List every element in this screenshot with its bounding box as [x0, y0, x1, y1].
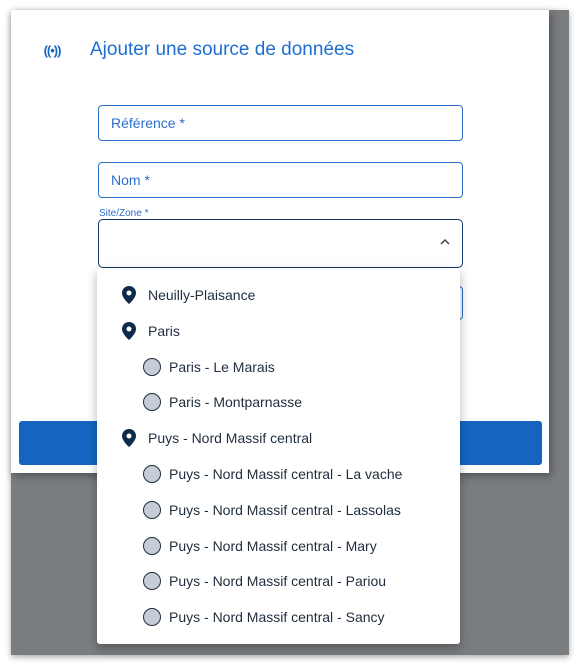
zone-circle-icon — [143, 608, 161, 627]
zone-option[interactable]: Paris - Le Marais — [97, 349, 460, 385]
zone-circle-icon — [143, 465, 161, 483]
zone-option[interactable]: Puys - Nord Massif central - Pariou — [97, 563, 460, 599]
zone-circle-icon — [143, 357, 161, 376]
option-label: Puys - Nord Massif central - Pariou — [169, 573, 387, 590]
zone-option[interactable]: Puys - Nord Massif central - La vache — [97, 456, 460, 492]
zone-circle-icon — [143, 393, 161, 412]
option-label: Paris — [148, 322, 180, 339]
reference-label: Référence * — [111, 115, 185, 131]
option-label: Puys - Nord Massif central - Sancy — [169, 609, 385, 626]
zone-option[interactable]: Puys - Nord Massif central - Lassolas — [97, 492, 460, 528]
broadcast-icon: ((•)) — [43, 42, 62, 58]
map-pin-icon — [122, 286, 136, 304]
zone-circle-icon — [143, 536, 161, 555]
zone-option[interactable]: Puys - Nord Massif central - Sancy — [97, 599, 460, 635]
reference-field[interactable]: Référence * — [98, 105, 463, 141]
site-option[interactable]: Paris — [97, 313, 460, 349]
option-label: Puys - Nord Massif central - Mary — [169, 537, 377, 554]
map-pin-icon — [122, 321, 136, 340]
option-label: Puys - Nord Massif central - Lassolas — [169, 501, 401, 518]
option-label: Neuilly-Plaisance — [148, 287, 256, 303]
site-zone-select[interactable] — [98, 219, 463, 268]
option-label: Paris - Montparnasse — [169, 394, 303, 411]
dialog-title: Ajouter une source de données — [90, 39, 355, 60]
screen: ((•)) Ajouter une source de données Réfé… — [0, 0, 580, 671]
chevron-up-icon[interactable] — [440, 237, 450, 247]
zone-circle-icon — [143, 572, 161, 591]
option-label: Puys - Nord Massif central - La vache — [169, 466, 403, 482]
nom-field[interactable]: Nom * — [98, 162, 463, 198]
option-label: Paris - Le Marais — [169, 358, 275, 375]
option-label: Puys - Nord Massif central — [148, 430, 313, 447]
site-option[interactable]: Neuilly-Plaisance — [97, 277, 460, 313]
zone-option[interactable]: Paris - Montparnasse — [97, 384, 460, 420]
zone-option[interactable]: Puys - Nord Massif central - Mary — [97, 528, 460, 564]
nom-label: Nom * — [111, 172, 150, 188]
site-option[interactable]: Puys - Nord Massif central — [97, 420, 460, 456]
dialog-header: ((•)) Ajouter une source de données — [40, 37, 355, 63]
site-zone-label: Site/Zone * — [99, 208, 149, 219]
site-zone-dropdown: Neuilly-Plaisance Paris Paris - Le Marais P… — [97, 268, 460, 644]
zone-circle-icon — [143, 500, 161, 519]
map-pin-icon — [122, 429, 136, 448]
